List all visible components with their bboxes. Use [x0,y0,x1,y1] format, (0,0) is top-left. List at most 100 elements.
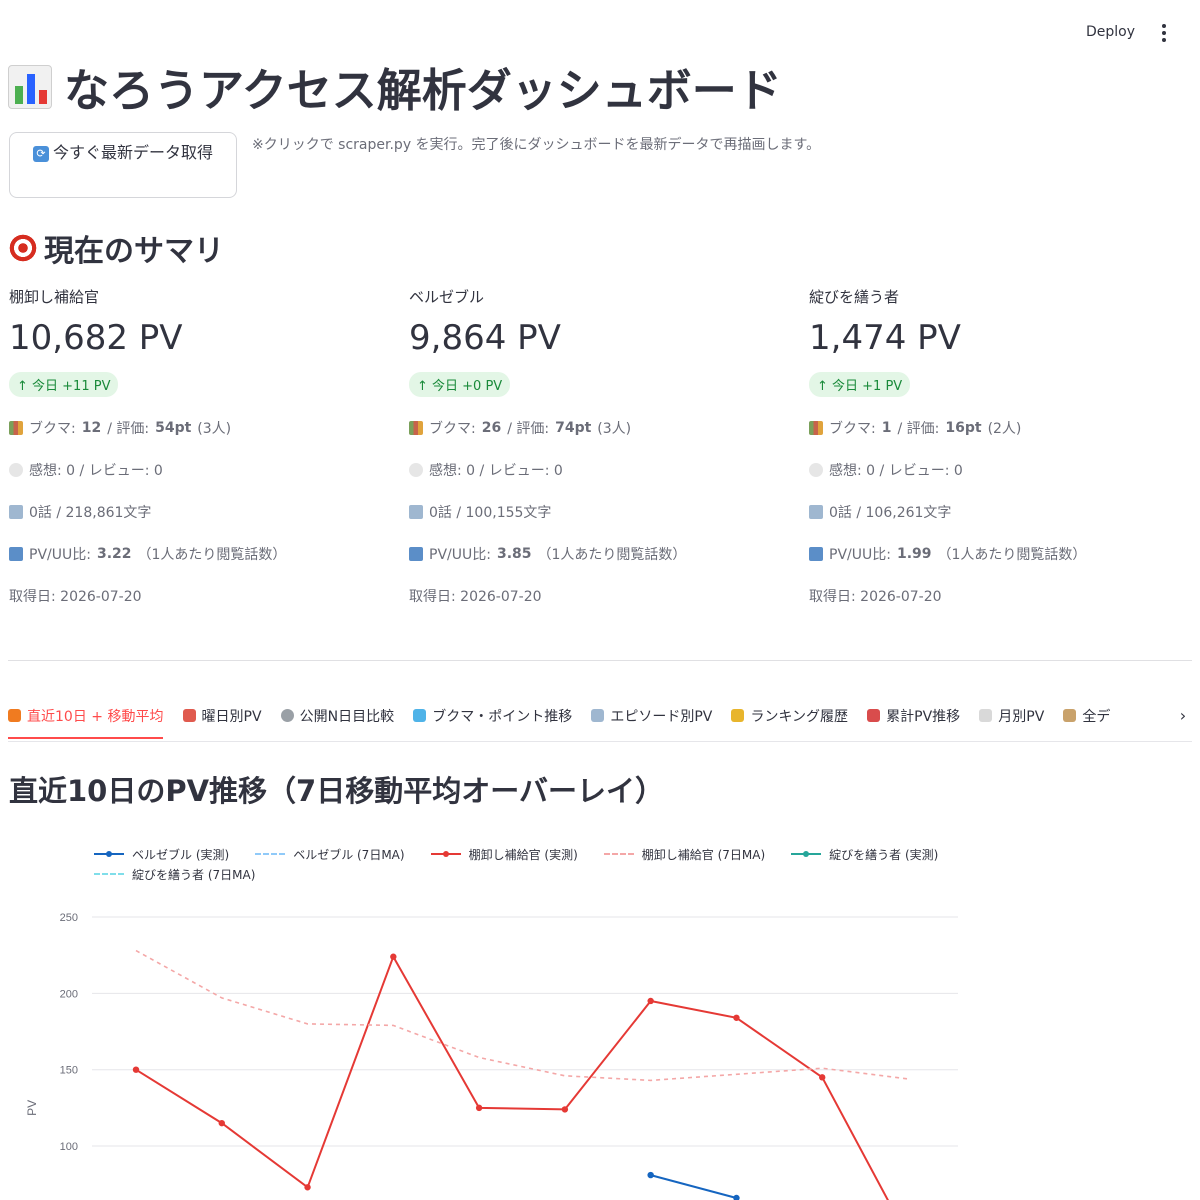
open-book-icon [409,505,423,519]
bookmark-label: ブクマ: [29,421,76,437]
fetch-date: 取得日: 2026-07-20 [809,589,942,605]
data-point [390,953,397,960]
bookmark-label: ブクマ: [829,421,876,437]
impressions-text: 感想: 0 / レビュー: 0 [29,463,163,479]
tab-label: 公開N日目比較 [299,709,395,725]
legend-item[interactable]: ベルゼブル (7日MA) [255,844,405,864]
metric-card: ベルゼブル 9,864 PV ↑ 今日 +0 PV ブクマ: 26 / 評価: … [409,286,789,607]
legend-label: 棚卸し補給官 (7日MA) [641,847,766,862]
pvuu-note: （1人あたり閲覧話数） [937,547,1087,563]
pvuu-line: PV/UU比: 3.85 （1人あたり閲覧話数） [409,543,789,565]
metric-value: 10,682 PV [9,318,183,358]
legend-swatch [603,849,634,859]
legend-item[interactable]: 綻びを繕う者 (7日MA) [94,864,255,884]
date-line: 取得日: 2026-07-20 [809,585,1189,607]
y-tick-label: 100 [60,1141,78,1153]
legend-item[interactable]: ベルゼブル (実測) [94,844,229,864]
books-icon [9,421,23,435]
deploy-button[interactable]: Deploy [1080,22,1141,42]
data-point [475,1104,483,1112]
legend-item[interactable]: 棚卸し補給官 (7日MA) [603,844,766,864]
y-axis-label: PV [25,1100,39,1116]
legend-item[interactable]: 綻びを繕う者 (実測) [791,844,938,864]
data-point [218,1119,225,1127]
metric-label: 棚卸し補給官 [9,288,100,306]
tab-bookmark-points[interactable]: ブクマ・ポイント推移 [413,700,572,738]
rating-label: / 評価: [897,421,940,437]
rating-count: (3人) [597,421,632,437]
impressions-line: 感想: 0 / レビュー: 0 [409,459,789,481]
repeat-icon [809,547,823,561]
y-tick-label: 150 [60,1065,78,1077]
metric-label: ベルゼブル [409,288,485,306]
main-menu-icon[interactable] [1154,22,1174,44]
metric-delta-text: 今日 +0 PV [432,379,503,394]
tab-episode-pv[interactable]: エピソード別PV [591,700,712,738]
metric-label: 綻びを繕う者 [809,288,900,306]
tab-label: 累計PV推移 [886,709,961,725]
impressions-text: 感想: 0 / レビュー: 0 [829,463,963,479]
series-line [135,949,909,1082]
tab-recent-10-days[interactable]: 直近10日 + 移動平均 [8,700,164,739]
target-icon [8,233,38,263]
bookmark-line: ブクマ: 26 / 評価: 74pt (3人) [409,417,789,439]
tab-weekday-pv[interactable]: 曜日別PV [182,700,262,738]
legend-item[interactable]: 棚卸し補給官 (実測) [430,844,578,864]
metric-card: 綻びを繕う者 1,474 PV ↑ 今日 +1 PV ブクマ: 1 / 評価: … [809,286,1189,607]
book-icon [591,709,605,722]
bookmark-line: ブクマ: 1 / 評価: 16pt (2人) [809,417,1189,439]
tab-cumulative-pv[interactable]: 累計PV推移 [867,700,960,738]
pvuu-value: 3.85 [496,546,532,562]
legend-label: 棚卸し補給官 (実測) [468,847,578,862]
tab-monthly-pv[interactable]: 月別PV [979,700,1044,738]
chart-section-title: 直近10日のPV推移（7日移動平均オーバーレイ） [9,774,664,808]
data-point [733,1194,740,1200]
refresh-button-label: 今すぐ最新データ取得 [52,143,213,162]
books-icon [809,421,823,435]
refresh-icon: ⟳ [32,146,49,162]
refresh-data-button[interactable]: ⟳ 今すぐ最新データ取得 [9,132,237,198]
stopwatch-icon [280,709,294,722]
rating-count: (2人) [987,421,1022,437]
tab-all-data[interactable]: 全デ [1063,700,1110,738]
metric-delta: ↑ 今日 +0 PV [409,372,511,397]
legend-label: ベルゼブル (実測) [132,847,230,862]
fire-icon [8,709,21,722]
metric-delta-text: 今日 +1 PV [832,379,903,394]
rating-label: / 評価: [507,421,550,437]
data-point [819,1074,826,1081]
page-title-text: なろうアクセス解析ダッシュボード [64,64,782,117]
metric-delta-text: 今日 +11 PV [32,379,111,394]
episodes-line: 0話 / 106,261文字 [809,501,1189,523]
tab-label: 曜日別PV [201,709,262,725]
data-point [561,1106,569,1113]
clipboard-icon [1063,709,1077,722]
bookmark-label: ブクマ: [429,421,476,437]
pvuu-label: PV/UU比: [429,547,491,563]
rating-count: (3人) [197,421,232,437]
data-point [647,1171,654,1179]
pvuu-line: PV/UU比: 1.99 （1人あたり閲覧話数） [809,543,1189,565]
tab-day-n-compare[interactable]: 公開N日目比較 [280,700,395,738]
bookmark-line: ブクマ: 12 / 評価: 54pt (3人) [9,417,389,439]
chart-legend: ベルゼブル (実測) ベルゼブル (7日MA) 棚卸し補給官 (実測) 棚卸し補給官 … [94,844,974,884]
rating-label: / 評価: [107,421,150,437]
tab-ranking-history[interactable]: ランキング履歴 [731,700,848,738]
tab-scroll-right-icon[interactable]: › [1174,706,1192,725]
repeat-icon [9,547,23,561]
legend-swatch [430,849,461,859]
bookmark-count: 26 [481,420,502,436]
app-header: Deploy [0,0,1200,62]
refresh-note: ※クリックで scraper.py を実行。完了後にダッシュボードを最新データで… [252,137,821,153]
speech-bubble-icon [9,463,23,477]
calendar-spiral-icon [979,709,993,722]
fetch-date: 取得日: 2026-07-20 [409,589,542,605]
section-divider [8,660,1192,661]
metric-value: 9,864 PV [409,318,561,358]
impressions-line: 感想: 0 / レビュー: 0 [9,459,389,481]
bookmark-count: 12 [81,420,102,436]
metric-value: 1,474 PV [809,318,961,358]
rating-value: 54pt [155,420,192,436]
pvuu-label: PV/UU比: [29,547,91,563]
chart-up-icon [867,709,881,722]
